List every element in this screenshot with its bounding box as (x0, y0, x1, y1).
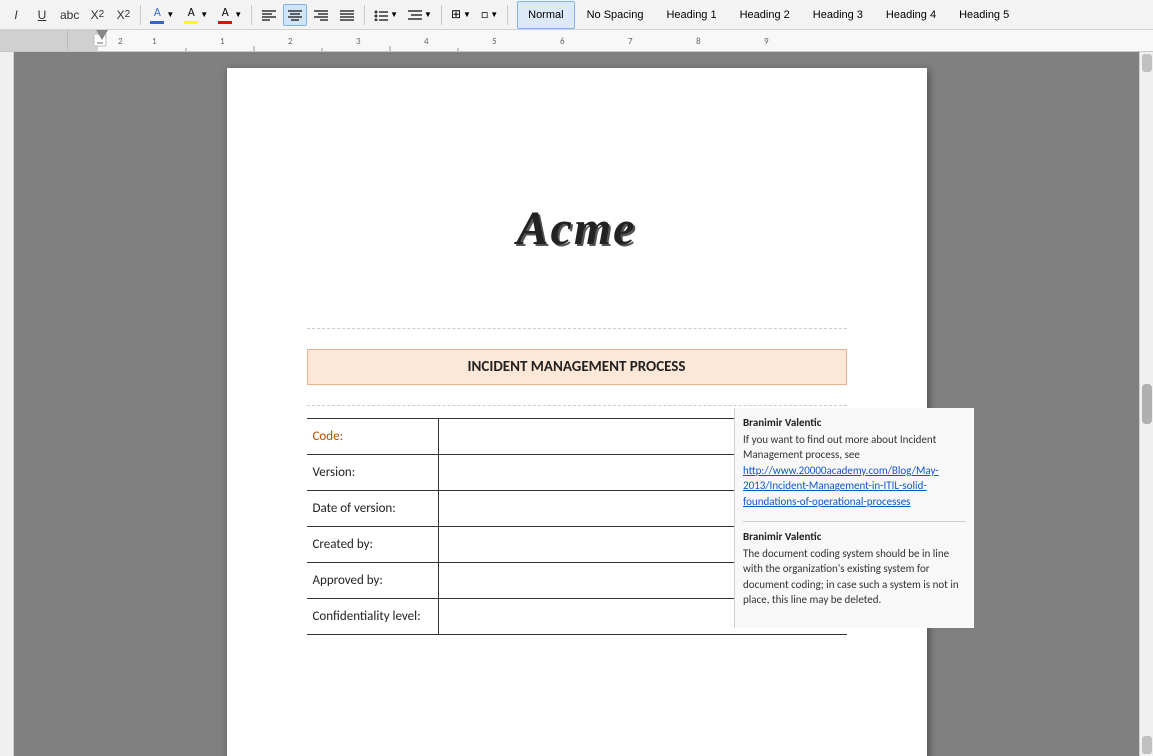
align-center-button[interactable] (283, 4, 307, 26)
list-dropdown[interactable]: ▼ (370, 4, 402, 26)
style-heading2-button[interactable]: Heading 2 (729, 1, 801, 29)
separator-2 (251, 5, 252, 25)
highlight-dropdown[interactable]: A ▼ (180, 4, 212, 26)
align-justify-button[interactable] (335, 4, 359, 26)
svg-text:2: 2 (118, 36, 123, 47)
dashed-line-title (307, 328, 847, 329)
svg-text:9: 9 (764, 36, 769, 47)
align-left-icon (262, 9, 276, 21)
separator-4 (441, 5, 442, 25)
underline-button[interactable]: U (30, 4, 54, 26)
ruler: 2 1 1 2 3 4 5 6 7 8 9 (0, 30, 1153, 52)
table-cell-label[interactable]: Version: (307, 455, 439, 491)
scrollbar-track-bottom[interactable] (1140, 426, 1153, 734)
separator-3 (364, 5, 365, 25)
align-right-button[interactable] (309, 4, 333, 26)
style-normal-button[interactable]: Normal (517, 1, 574, 29)
scrollbar-track[interactable] (1140, 74, 1153, 382)
svg-text:7: 7 (628, 36, 633, 47)
indent-dropdown[interactable]: ▼ (404, 4, 436, 26)
align-left-button[interactable] (257, 4, 281, 26)
options-dropdown[interactable]: □ ▼ (477, 4, 502, 26)
comment-1: Branimir Valentic If you want to find ou… (743, 416, 966, 509)
svg-text:6: 6 (560, 36, 565, 47)
chevron-down-icon: ▼ (166, 10, 174, 20)
style-heading5-button[interactable]: Heading 5 (948, 1, 1020, 29)
separator-5 (507, 5, 508, 25)
logo-area: Acme (307, 128, 847, 328)
misc-dropdown[interactable]: ⊞ ▼ (447, 4, 475, 26)
misc-icon: ⊞ (451, 7, 461, 22)
comment-author-1: Branimir Valentic (743, 416, 966, 429)
comment-author-2: Branimir Valentic (743, 530, 966, 543)
superscript-button[interactable]: X2 (111, 4, 135, 26)
subscript-button[interactable]: X2 (85, 4, 109, 26)
chevron-down-icon-4: ▼ (390, 10, 398, 20)
document-title: INCIDENT MANAGEMENT PROCESS (307, 349, 847, 385)
list-icon (374, 9, 388, 21)
scrollbar-up-button[interactable] (1142, 54, 1152, 72)
align-justify-icon (340, 9, 354, 21)
right-scrollbar[interactable] (1139, 52, 1153, 756)
comment-divider (743, 521, 966, 522)
align-right-icon (314, 9, 328, 21)
strikethrough-button[interactable]: abc (56, 4, 83, 26)
table-cell-label[interactable]: Date of version: (307, 491, 439, 527)
style-buttons-group: Normal No Spacing Heading 1 Heading 2 He… (517, 1, 1020, 29)
options-icon: □ (481, 8, 488, 22)
chevron-down-icon-2: ▼ (200, 10, 208, 20)
ruler-svg: 2 1 1 2 3 4 5 6 7 8 9 (68, 30, 968, 51)
page-container: Acme INCIDENT MANAGEMENT PROCESS Code: (34, 68, 1119, 756)
formatting-toolbar: I U abc X2 X2 A ▼ A ▼ A ▼ (0, 0, 1153, 30)
table-cell-label[interactable]: Code: (307, 419, 439, 455)
svg-text:4: 4 (424, 36, 429, 47)
document-area[interactable]: Acme INCIDENT MANAGEMENT PROCESS Code: (14, 52, 1139, 756)
highlight-icon: A (184, 4, 198, 26)
svg-text:3: 3 (356, 36, 361, 47)
svg-text:8: 8 (696, 36, 701, 47)
comment-panel: Branimir Valentic If you want to find ou… (734, 408, 974, 628)
table-cell-label[interactable]: Confidentiality level: (307, 599, 439, 635)
dashed-line-table (307, 405, 847, 406)
svg-text:1: 1 (220, 36, 225, 47)
scrollbar-down-button[interactable] (1142, 736, 1152, 754)
chevron-down-icon-6: ▼ (463, 10, 471, 20)
acme-logo: Acme (517, 201, 637, 256)
text-color-icon: A (218, 4, 232, 26)
comment-2: Branimir Valentic The document coding sy… (743, 530, 966, 608)
font-color-icon: A (150, 4, 164, 26)
text-color-dropdown[interactable]: A ▼ (214, 4, 246, 26)
align-center-icon (288, 9, 302, 21)
chevron-down-icon-5: ▼ (424, 10, 432, 20)
chevron-down-icon-3: ▼ (234, 10, 242, 20)
chevron-down-icon-7: ▼ (490, 10, 498, 20)
svg-text:5: 5 (492, 36, 497, 47)
italic-button[interactable]: I (4, 4, 28, 26)
svg-text:1: 1 (152, 36, 157, 47)
comment-text-1: If you want to find out more about Incid… (743, 432, 966, 509)
style-heading1-button[interactable]: Heading 1 (655, 1, 727, 29)
style-no-spacing-button[interactable]: No Spacing (576, 1, 655, 29)
comment-link-1[interactable]: http://www.20000academy.com/Blog/May-201… (743, 464, 939, 508)
style-heading3-button[interactable]: Heading 3 (802, 1, 874, 29)
indent-icon (408, 9, 422, 21)
main-layout: Acme INCIDENT MANAGEMENT PROCESS Code: (0, 52, 1153, 756)
scrollbar-thumb[interactable] (1142, 384, 1152, 424)
comment-text-2: The document coding system should be in … (743, 546, 966, 608)
svg-text:2: 2 (288, 36, 293, 47)
table-cell-label[interactable]: Created by: (307, 527, 439, 563)
separator-1 (140, 5, 141, 25)
font-color-dropdown[interactable]: A ▼ (146, 4, 178, 26)
title-section: INCIDENT MANAGEMENT PROCESS (307, 349, 847, 385)
left-scrollbar[interactable] (0, 52, 14, 756)
table-cell-label[interactable]: Approved by: (307, 563, 439, 599)
style-heading4-button[interactable]: Heading 4 (875, 1, 947, 29)
